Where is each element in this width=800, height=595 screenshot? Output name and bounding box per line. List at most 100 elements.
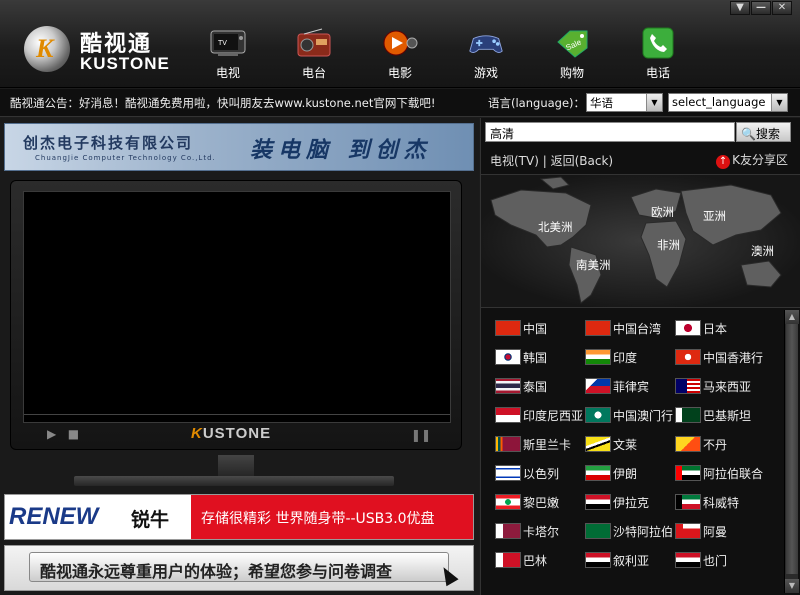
nav-radio[interactable]: 电台: [271, 26, 357, 81]
country-name: 阿拉伯联合: [703, 466, 764, 481]
tv-player: ▶ ■ KUSTONE ❚❚: [10, 180, 462, 450]
scroll-thumb[interactable]: [786, 324, 798, 574]
channel-pane: 高清 🔍搜索 电视(TV) | 返回(Back) ↑ K友分享区 北美洲 欧洲 亚…: [480, 118, 800, 595]
country-name: 中国: [523, 321, 548, 336]
country-item[interactable]: 卡塔尔: [495, 521, 559, 541]
country-item[interactable]: 中国澳门行: [585, 405, 673, 425]
country-item[interactable]: 印度: [585, 347, 637, 367]
map-europe[interactable]: 欧洲: [651, 204, 674, 220]
country-item[interactable]: 印度尼西亚: [495, 405, 583, 425]
country-name: 阿曼: [703, 524, 728, 539]
country-item[interactable]: 不丹: [675, 434, 727, 454]
map-africa[interactable]: 非洲: [657, 237, 680, 253]
country-item[interactable]: 阿曼: [675, 521, 727, 541]
country-item[interactable]: 伊拉克: [585, 492, 649, 512]
country-item[interactable]: 叙利亚: [585, 550, 649, 570]
main-nav: TV 电视 电台 电影 游戏 Sale 购物 电话: [185, 26, 701, 81]
renew-logo: RENEW: [9, 503, 99, 530]
minimize-button[interactable]: —: [751, 1, 771, 15]
language-label: 语言(language)：: [488, 96, 586, 110]
map-south-america[interactable]: 南美洲: [576, 257, 611, 273]
scrollbar[interactable]: ▲ ▼: [784, 310, 799, 593]
country-item[interactable]: 科威特: [675, 492, 739, 512]
country-item[interactable]: 沙特阿拉伯: [585, 521, 673, 541]
select-language-dropdown[interactable]: select_language ▼: [668, 93, 788, 112]
country-item[interactable]: 伊朗: [585, 463, 637, 483]
map-asia[interactable]: 亚洲: [703, 208, 726, 224]
nav-movie[interactable]: 电影: [357, 26, 443, 81]
shopping-icon: Sale: [554, 26, 590, 60]
country-name: 中国澳门行: [613, 408, 674, 423]
country-item[interactable]: 中国: [495, 318, 547, 338]
country-name: 日本: [703, 321, 728, 336]
country-item[interactable]: 文莱: [585, 434, 637, 454]
nav-phone[interactable]: 电话: [615, 26, 701, 81]
map-oceania[interactable]: 澳洲: [751, 243, 774, 259]
country-item[interactable]: 巴林: [495, 550, 547, 570]
country-item[interactable]: 菲律宾: [585, 376, 649, 396]
country-name: 以色列: [523, 466, 560, 481]
country-item[interactable]: 中国香港行: [675, 347, 763, 367]
company-banner[interactable]: 创杰电子科技有限公司 ChuangJie Computer Technology…: [4, 123, 474, 171]
video-screen[interactable]: [23, 191, 451, 423]
country-name: 斯里兰卡: [523, 437, 572, 452]
language-select[interactable]: 华语 ▼: [586, 93, 663, 112]
arrow-up-icon: ↑: [716, 155, 731, 169]
menu-dropdown-button[interactable]: ▼: [730, 1, 750, 15]
country-name: 伊朗: [613, 466, 638, 481]
play-icon[interactable]: ▶: [47, 427, 56, 441]
flag-icon: [585, 552, 611, 568]
flag-icon: [495, 494, 521, 510]
flag-icon: [675, 523, 701, 539]
map-north-america[interactable]: 北美洲: [538, 219, 573, 235]
country-item[interactable]: 马来西亚: [675, 376, 751, 396]
share-link[interactable]: ↑ K友分享区: [716, 151, 788, 169]
country-name: 科威特: [703, 495, 740, 510]
flag-icon: [495, 320, 521, 336]
breadcrumb[interactable]: 电视(TV) | 返回(Back): [490, 152, 613, 169]
country-item[interactable]: 黎巴嫩: [495, 492, 559, 512]
search-input[interactable]: 高清: [485, 122, 735, 142]
flag-icon: [585, 378, 611, 394]
phone-icon: [640, 26, 676, 60]
country-name: 伊拉克: [613, 495, 650, 510]
flag-icon: [585, 349, 611, 365]
country-item[interactable]: 日本: [675, 318, 727, 338]
country-item[interactable]: 斯里兰卡: [495, 434, 571, 454]
survey-button[interactable]: 酷视通永远尊重用户的体验；希望您参与问卷调查: [29, 552, 449, 582]
country-item[interactable]: 韩国: [495, 347, 547, 367]
player-pane: 创杰电子科技有限公司 ChuangJie Computer Technology…: [0, 118, 479, 595]
flag-icon: [585, 436, 611, 452]
country-name: 韩国: [523, 350, 548, 365]
flag-icon: [675, 494, 701, 510]
announcement-text: 酷视通公告：好消息！酷视通免费用啦，快叫朋友去www.kustone.net官网…: [10, 96, 436, 110]
scroll-up-icon[interactable]: ▲: [785, 310, 799, 324]
renew-ad-banner[interactable]: RENEW 锐牛 存储很精彩 世界随身带--USB3.0优盘: [4, 494, 474, 540]
nav-shopping[interactable]: Sale 购物: [529, 26, 615, 81]
close-button[interactable]: ✕: [772, 1, 792, 15]
app-title-en: KUSTONE: [80, 54, 170, 73]
nav-tv[interactable]: TV 电视: [185, 26, 271, 81]
app-logo: K 酷视通 KUSTONE: [24, 26, 174, 76]
country-name: 文莱: [613, 437, 638, 452]
country-item[interactable]: 中国台湾: [585, 318, 661, 338]
nav-games[interactable]: 游戏: [443, 26, 529, 81]
flag-icon: [675, 552, 701, 568]
flag-icon: [585, 523, 611, 539]
flag-icon: [675, 349, 701, 365]
country-name: 叙利亚: [613, 553, 650, 568]
country-item[interactable]: 泰国: [495, 376, 547, 396]
radio-icon: [296, 26, 332, 60]
country-item[interactable]: 也门: [675, 550, 727, 570]
flag-icon: [495, 349, 521, 365]
country-item[interactable]: 以色列: [495, 463, 559, 483]
pause-icon[interactable]: ❚❚: [411, 428, 431, 442]
scroll-down-icon[interactable]: ▼: [785, 579, 799, 593]
notice-bar: 酷视通公告：好消息！酷视通免费用啦，快叫朋友去www.kustone.net官网…: [0, 89, 800, 117]
country-name: 中国台湾: [613, 321, 662, 336]
chevron-down-icon: ▼: [771, 94, 787, 111]
search-button[interactable]: 🔍搜索: [736, 122, 791, 142]
country-item[interactable]: 阿拉伯联合: [675, 463, 763, 483]
country-item[interactable]: 巴基斯坦: [675, 405, 751, 425]
stop-icon[interactable]: ■: [68, 427, 79, 441]
